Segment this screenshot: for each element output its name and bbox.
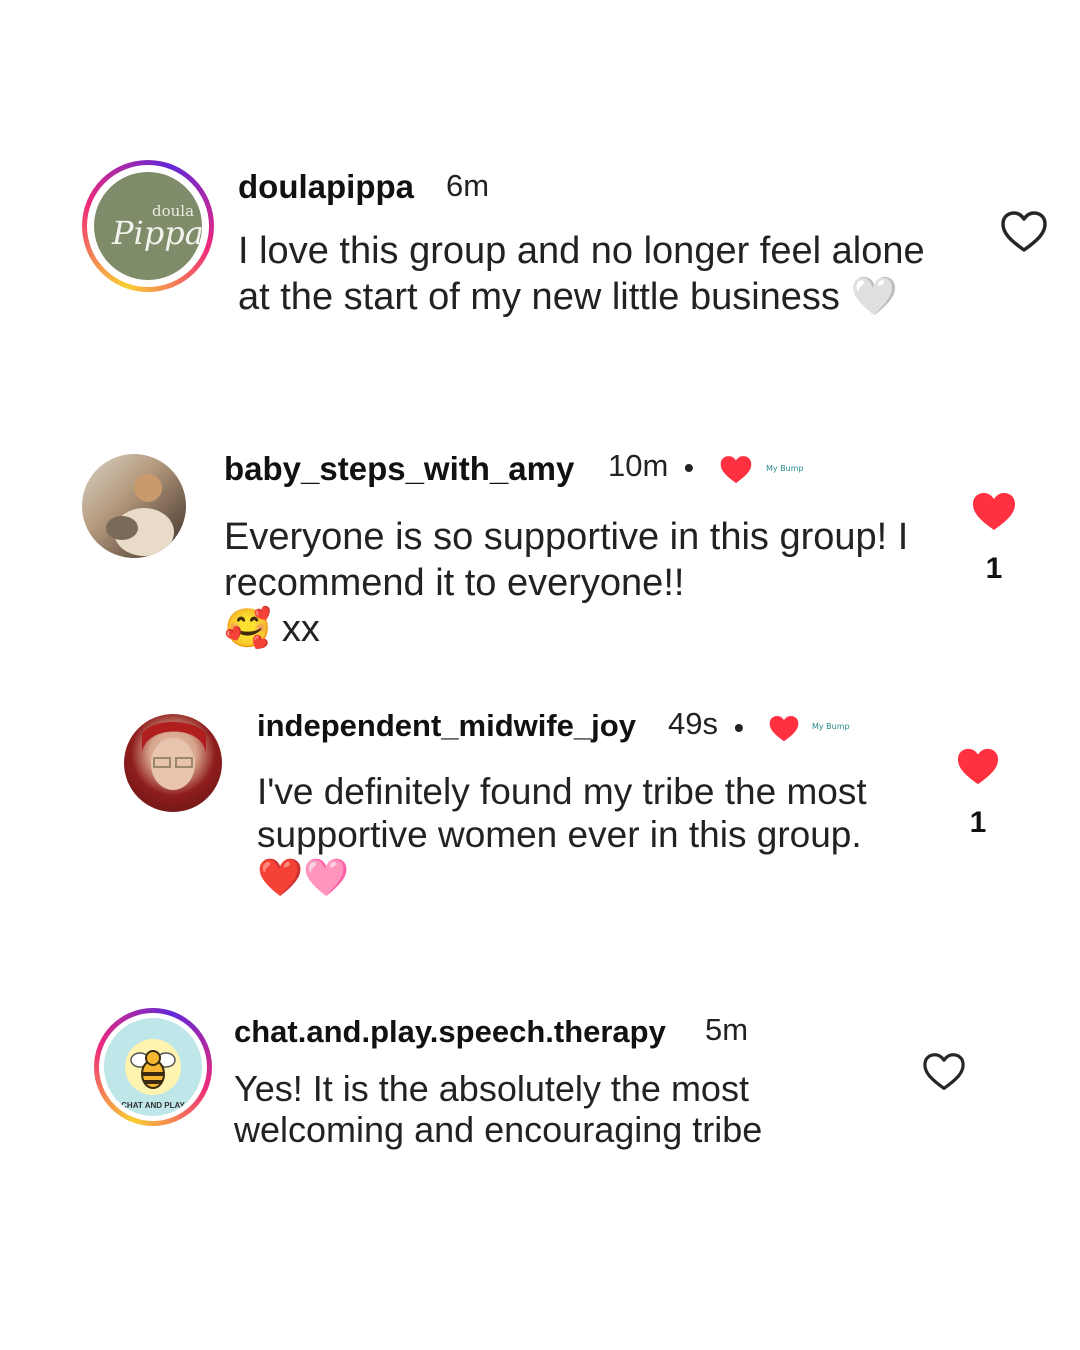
- comment-text: Yes! It is the absolutely the most welco…: [234, 1068, 874, 1150]
- avatar[interactable]: CHAT AND PLAY: [104, 1018, 202, 1116]
- bee-logo-icon: CHAT AND PLAY: [121, 1039, 186, 1110]
- svg-text:CHAT AND PLAY: CHAT AND PLAY: [121, 1101, 185, 1110]
- comment-text-content: Yes! It is the absolutely the most welco…: [234, 1068, 763, 1150]
- comment-chat-and-play: CHAT AND PLAY chat.and.play.speech.thera…: [0, 0, 1080, 1200]
- timestamp: 5m: [705, 1012, 749, 1047]
- like-heart-icon[interactable]: [922, 1052, 966, 1092]
- username[interactable]: chat.and.play.speech.therapy: [234, 1014, 666, 1050]
